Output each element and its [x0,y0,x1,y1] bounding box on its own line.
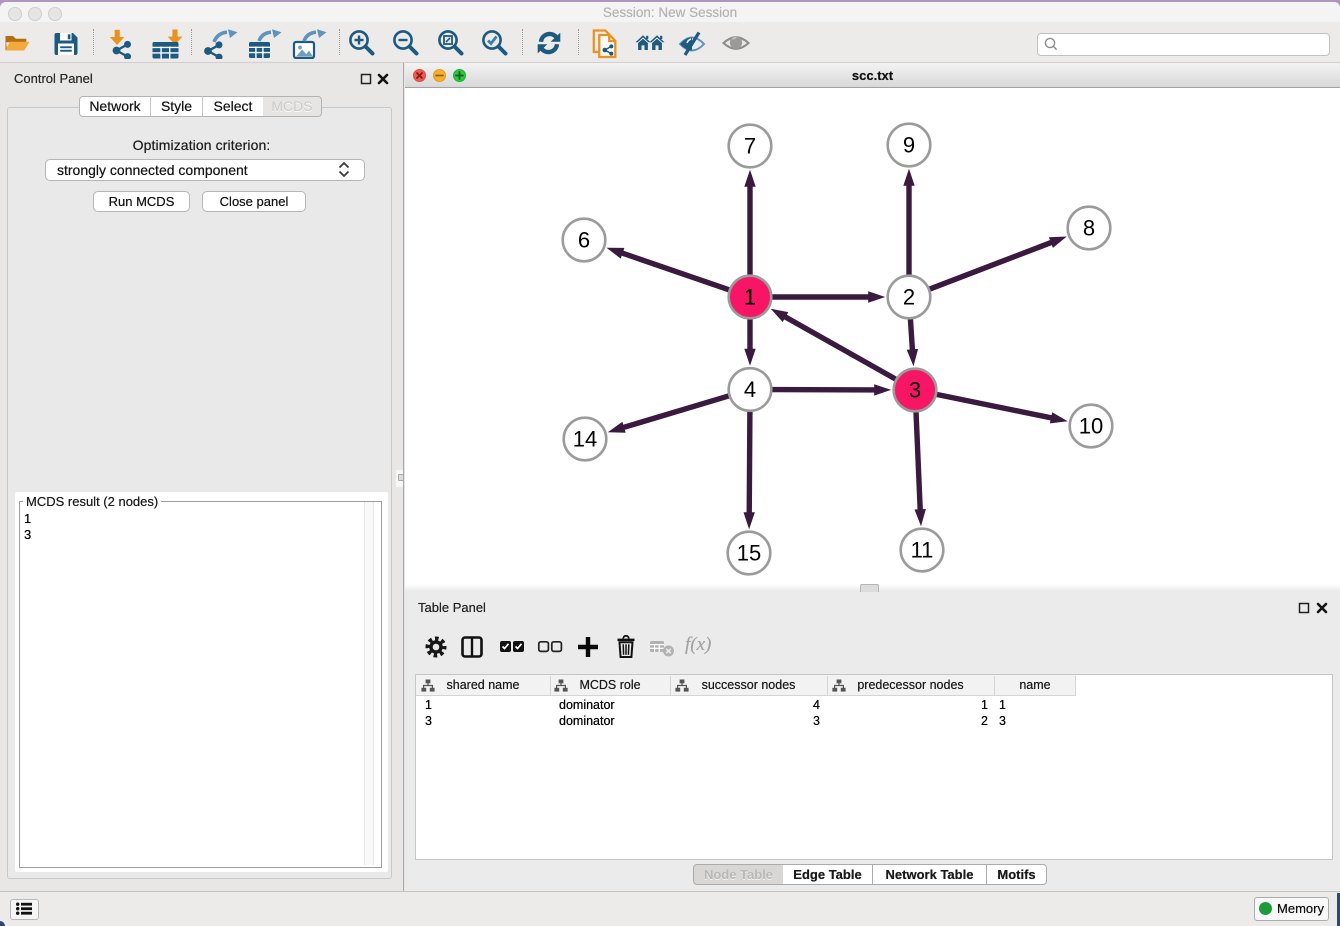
svg-text:9: 9 [903,133,915,158]
svg-text:11: 11 [911,538,934,563]
svg-text:4: 4 [744,377,756,402]
svg-text:14: 14 [573,427,597,452]
svg-text:2: 2 [903,285,915,310]
svg-text:8: 8 [1083,216,1095,241]
svg-text:7: 7 [744,134,756,159]
svg-text:10: 10 [1079,414,1103,439]
svg-text:3: 3 [909,378,921,403]
svg-text:15: 15 [737,541,761,566]
svg-text:6: 6 [578,228,590,253]
svg-text:1: 1 [744,285,756,310]
